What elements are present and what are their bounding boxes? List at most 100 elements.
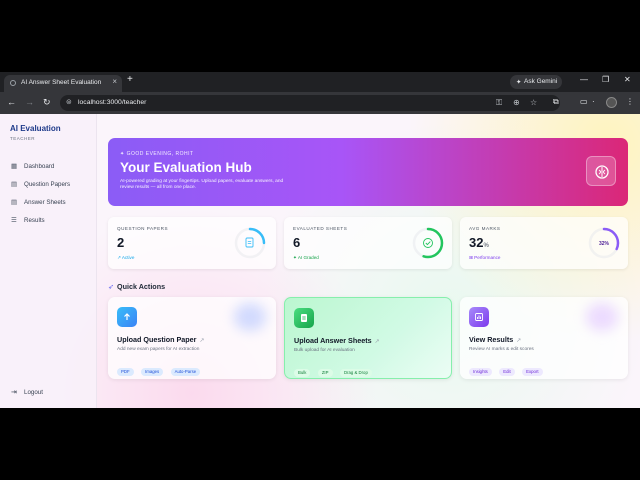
stat-label: EVALUATED SHEETS	[293, 226, 348, 231]
hero-subtitle: AI-powered grading at your fingertips. U…	[120, 179, 284, 190]
tab-strip: AI Answer Sheet Evaluation × + ✦ Ask Gem…	[0, 72, 640, 92]
card-title: Upload Question Paper ↗	[117, 335, 205, 344]
profile-icon[interactable]: ·	[592, 97, 595, 106]
page-viewport: AI Evaluation TEACHER ▦ Dashboard ▤ Ques…	[0, 114, 640, 408]
role-label: TEACHER	[10, 136, 36, 141]
chip: Auto-Parse	[170, 367, 201, 376]
side-panel-icon[interactable]: ▭	[580, 97, 588, 106]
logout-button[interactable]: ⇥ Logout	[8, 386, 68, 398]
greeting-label: GOOD EVENING, ROHIT	[126, 151, 194, 157]
card-description: Add new exam papers for AI extraction	[117, 347, 200, 352]
password-key-icon[interactable]: ⚿	[496, 98, 502, 108]
zoom-icon[interactable]: ⊕	[513, 98, 520, 107]
menu-kebab-icon[interactable]: ⋮	[626, 97, 634, 106]
quick-actions-label: Quick Actions	[117, 282, 166, 291]
card-description: Review AI marks & edit scores	[469, 347, 534, 352]
chip: Images	[141, 367, 164, 376]
logout-label: Logout	[24, 388, 43, 396]
list-icon: ☰	[11, 217, 17, 224]
reload-icon[interactable]: ↻	[43, 97, 51, 108]
card-title: Upload Answer Sheets ↗	[294, 336, 380, 345]
upload-question-paper-card[interactable]: Upload Question Paper ↗ Add new exam pape…	[108, 297, 276, 379]
stat-value: 6	[293, 235, 301, 250]
sidebar-item-label: Dashboard	[24, 162, 55, 170]
chip: Insights	[469, 367, 492, 376]
extensions-icon[interactable]: ⧉	[553, 97, 559, 107]
sidebar: AI Evaluation TEACHER ▦ Dashboard ▤ Ques…	[0, 114, 97, 408]
chip-group: Bulk ZIP Drag & Drop	[294, 361, 375, 378]
browser-tab[interactable]: AI Answer Sheet Evaluation ×	[4, 75, 122, 92]
hero-banner: ✦ GOOD EVENING, ROHIT Your Evaluation Hu…	[108, 138, 628, 206]
address-bar[interactable]: ⊜ localhost:3000/teacher ⚿ ⊕ ☆	[60, 95, 560, 111]
stat-tag: ↗ Active	[117, 255, 135, 260]
stat-value: 32%	[469, 235, 489, 250]
sparkle-icon: ✦	[120, 151, 127, 157]
stat-label: QUESTION PAPERS	[117, 226, 169, 231]
url-text: localhost:3000/teacher	[78, 98, 147, 106]
document-icon	[245, 237, 254, 248]
brain-badge	[586, 156, 616, 186]
bar-chart-icon	[469, 307, 489, 327]
progress-ring	[234, 227, 266, 259]
brain-icon	[595, 165, 609, 179]
bookmark-star-icon[interactable]: ☆	[530, 98, 537, 107]
sidebar-item-label: Answer Sheets	[24, 198, 66, 206]
upload-icon	[117, 307, 137, 327]
forward-icon[interactable]: →	[25, 97, 34, 107]
ring-label: 32%	[599, 241, 610, 247]
arrow-up-right-icon: ↗	[516, 338, 522, 344]
chip: Export	[522, 367, 543, 376]
progress-ring	[412, 227, 444, 259]
globe-icon	[10, 80, 16, 86]
upload-answer-sheets-card[interactable]: Upload Answer Sheets ↗ Bulk upload for AI…	[284, 297, 452, 379]
quick-actions-title: ➶ Quick Actions	[108, 282, 165, 291]
browser-toolbar: ← → ↻ ⊜ localhost:3000/teacher ⚿ ⊕ ☆ ⧉ ▭…	[0, 92, 640, 114]
stat-tag: ✦ AI Graded	[293, 255, 319, 260]
ask-gemini-button[interactable]: ✦ Ask Gemini	[510, 75, 562, 89]
grid-icon: ▦	[11, 163, 18, 170]
page-title: Your Evaluation Hub	[120, 160, 252, 175]
rocket-icon: ➶	[108, 282, 115, 291]
sidebar-item-label: Question Papers	[24, 180, 71, 188]
card-description: Bulk upload for AI evaluation	[294, 348, 355, 353]
document-icon: ▤	[11, 181, 18, 188]
site-info-icon[interactable]: ⊜	[66, 98, 72, 106]
stat-label: AVG MARKS	[469, 226, 501, 231]
arrow-up-right-icon: ↗	[199, 338, 205, 344]
greeting-text: ✦ GOOD EVENING, ROHIT	[120, 151, 194, 157]
sidebar-item-label: Results	[24, 216, 45, 224]
stat-card-evaluated-sheets: EVALUATED SHEETS 6 ✦ AI Graded	[284, 217, 452, 269]
sidebar-item-results[interactable]: ☰ Results	[8, 214, 88, 226]
minimize-icon[interactable]: —	[580, 75, 588, 84]
chip: Bulk	[294, 368, 311, 377]
ask-gemini-label: Ask Gemini	[524, 78, 558, 85]
chip: Edit	[499, 367, 515, 376]
card-title: View Results ↗	[469, 335, 522, 344]
logout-icon: ⇥	[11, 388, 17, 396]
chip: PDF	[117, 367, 134, 376]
view-results-card[interactable]: View Results ↗ Review AI marks & edit sco…	[460, 297, 628, 379]
sparkle-icon: ✦	[516, 79, 522, 86]
restore-icon[interactable]: ❐	[602, 75, 609, 84]
stat-value: 2	[117, 235, 125, 250]
new-tab-button[interactable]: +	[127, 74, 133, 85]
sidebar-item-answer-sheets[interactable]: ▤ Answer Sheets	[8, 196, 88, 208]
tab-title: AI Answer Sheet Evaluation	[21, 79, 102, 86]
progress-ring: 32%	[588, 227, 620, 259]
stat-tag: ⊞ Performance	[469, 255, 501, 260]
close-tab-icon[interactable]: ×	[112, 77, 117, 86]
browser-window: AI Answer Sheet Evaluation × + ✦ Ask Gem…	[0, 72, 640, 408]
avatar[interactable]	[606, 97, 617, 108]
sidebar-item-dashboard[interactable]: ▦ Dashboard	[8, 160, 88, 172]
close-window-icon[interactable]: ✕	[624, 75, 631, 84]
stat-card-avg-marks: AVG MARKS 32% ⊞ Performance 32%	[460, 217, 628, 269]
chip: Drag & Drop	[339, 368, 372, 377]
back-icon[interactable]: ←	[7, 97, 16, 107]
brand-title: AI Evaluation	[10, 124, 61, 133]
check-circle-icon	[423, 238, 433, 248]
arrow-up-right-icon: ↗	[374, 339, 380, 345]
sidebar-item-question-papers[interactable]: ▤ Question Papers	[8, 178, 88, 190]
document-icon: ▤	[11, 199, 18, 206]
stat-card-question-papers: QUESTION PAPERS 2 ↗ Active	[108, 217, 276, 269]
chip-group: PDF Images Auto-Parse	[117, 360, 203, 378]
